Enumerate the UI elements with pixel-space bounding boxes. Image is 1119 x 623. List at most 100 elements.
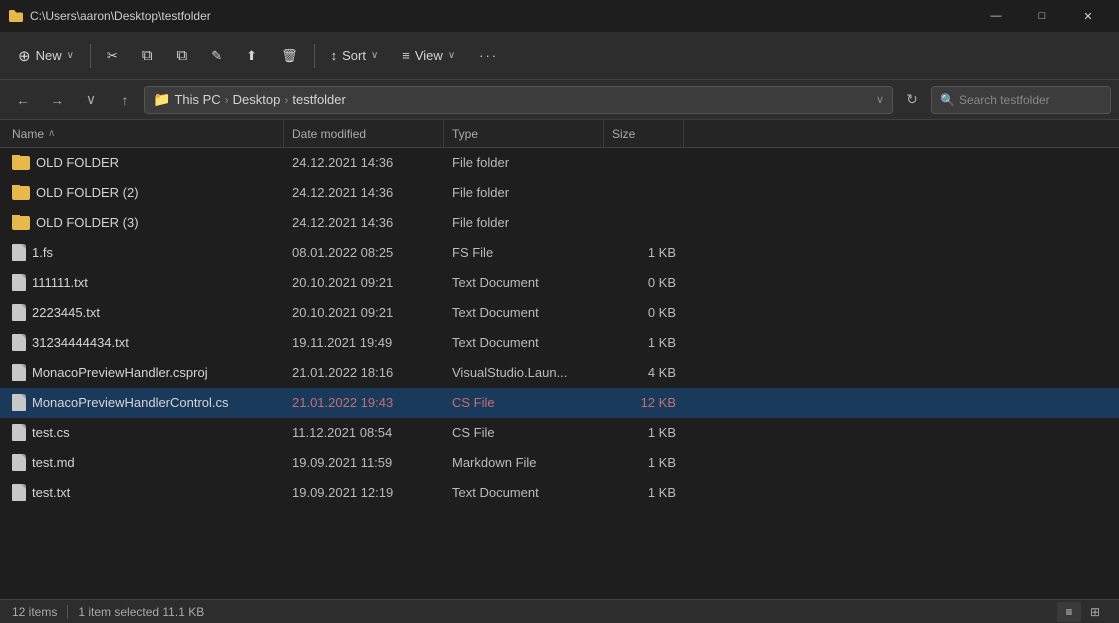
breadcrumb-folder-icon: 📁 — [153, 91, 170, 108]
file-type: Text Document — [444, 335, 604, 350]
rename-icon: ✎ — [211, 48, 222, 64]
table-row[interactable]: OLD FOLDER (2)24.12.2021 14:36File folde… — [0, 178, 1119, 208]
file-name: OLD FOLDER (2) — [36, 185, 139, 200]
nav-bar: ← → ∨ ↑ 📁 This PC › Desktop › testfolder… — [0, 80, 1119, 120]
file-name: OLD FOLDER — [36, 155, 119, 170]
new-chevron-icon: ∨ — [67, 50, 74, 61]
table-row[interactable]: OLD FOLDER24.12.2021 14:36File folder — [0, 148, 1119, 178]
file-icon — [12, 454, 26, 471]
file-area: Name ∧ Date modified Type Size OLD FOLDE… — [0, 120, 1119, 599]
table-row[interactable]: test.md19.09.2021 11:59Markdown File1 KB — [0, 448, 1119, 478]
table-row[interactable]: 31234444434.txt19.11.2021 19:49Text Docu… — [0, 328, 1119, 358]
view-icon: ≡ — [402, 48, 410, 63]
table-row[interactable]: test.cs11.12.2021 08:54CS File1 KB — [0, 418, 1119, 448]
file-icon — [12, 364, 26, 381]
search-box[interactable]: 🔍 — [931, 86, 1111, 114]
file-size: 0 KB — [604, 275, 684, 290]
forward-button[interactable]: → — [42, 86, 72, 114]
view-toggle-buttons: ≡ ⊞ — [1057, 602, 1107, 622]
col-header-name[interactable]: Name ∧ — [4, 120, 284, 147]
new-label: New — [36, 48, 62, 63]
search-input[interactable] — [959, 93, 1102, 107]
table-row[interactable]: 111111.txt 20.10.2021 09:21Text Document0… — [0, 268, 1119, 298]
close-button[interactable]: ✕ — [1065, 0, 1111, 32]
file-type: File folder — [444, 155, 604, 170]
file-date: 19.09.2021 11:59 — [284, 455, 444, 470]
paste-button[interactable]: ⧉ — [167, 41, 198, 70]
new-button[interactable]: ⊕ New ∨ — [8, 41, 84, 71]
folder-icon — [8, 8, 24, 24]
file-name: test.md — [32, 455, 75, 470]
col-header-size[interactable]: Size — [604, 120, 684, 147]
file-size: 1 KB — [604, 245, 684, 260]
col-header-type[interactable]: Type — [444, 120, 604, 147]
file-date: 21.01.2022 18:16 — [284, 365, 444, 380]
refresh-button[interactable]: ↻ — [897, 86, 927, 114]
file-date: 08.01.2022 08:25 — [284, 245, 444, 260]
share-icon: ⬆ — [246, 48, 257, 64]
minimize-button[interactable]: — — [973, 0, 1019, 32]
expand-button[interactable]: ∨ — [76, 86, 106, 114]
table-row[interactable]: OLD FOLDER (3)24.12.2021 14:36File folde… — [0, 208, 1119, 238]
rename-button[interactable]: ✎ — [201, 42, 232, 70]
list-view-button[interactable]: ≡ — [1057, 602, 1081, 622]
more-button[interactable]: ··· — [469, 42, 508, 69]
cut-button[interactable]: ✂ — [97, 42, 128, 70]
copy-button[interactable]: ⧉ — [132, 41, 163, 70]
delete-button[interactable]: 🗑 — [271, 42, 308, 70]
table-row[interactable]: 2223445.txt20.10.2021 09:21Text Document… — [0, 298, 1119, 328]
maximize-button[interactable]: □ — [1019, 0, 1065, 32]
file-name: 111111.txt — [32, 275, 88, 290]
breadcrumb-desktop[interactable]: Desktop — [233, 92, 281, 107]
sort-icon: ↕ — [331, 48, 338, 63]
folder-icon — [12, 216, 30, 230]
file-type: Text Document — [444, 305, 604, 320]
detail-view-button[interactable]: ⊞ — [1083, 602, 1107, 622]
table-row[interactable]: MonacoPreviewHandler.csproj21.01.2022 18… — [0, 358, 1119, 388]
search-icon: 🔍 — [940, 93, 955, 107]
more-icon: ··· — [479, 48, 498, 63]
sort-arrow-icon: ∧ — [48, 128, 55, 139]
file-date: 24.12.2021 14:36 — [284, 185, 444, 200]
folder-icon — [12, 186, 30, 200]
file-type: CS File — [444, 395, 604, 410]
table-row[interactable]: test.txt19.09.2021 12:19Text Document1 K… — [0, 478, 1119, 508]
sort-button[interactable]: ↕ Sort ∨ — [321, 42, 389, 69]
delete-icon: 🗑 — [281, 48, 298, 64]
breadcrumb-thispc[interactable]: This PC — [174, 92, 220, 107]
file-size: 0 KB — [604, 305, 684, 320]
file-date: 24.12.2021 14:36 — [284, 215, 444, 230]
file-size: 4 KB — [604, 365, 684, 380]
title-bar: C:\Users\aaron\Desktop\testfolder — □ ✕ — [0, 0, 1119, 32]
table-row[interactable]: MonacoPreviewHandlerControl.cs21.01.2022… — [0, 388, 1119, 418]
address-bar[interactable]: 📁 This PC › Desktop › testfolder ∨ — [144, 86, 893, 114]
file-name: MonacoPreviewHandlerControl.cs — [32, 395, 229, 410]
breadcrumb-testfolder[interactable]: testfolder — [292, 92, 345, 107]
refresh-icon: ↻ — [906, 91, 918, 108]
sort-label: Sort — [342, 48, 366, 63]
back-icon: ← — [16, 92, 30, 108]
title-bar-path: C:\Users\aaron\Desktop\testfolder — [30, 9, 211, 23]
paste-icon: ⧉ — [177, 47, 188, 64]
file-size: 12 KB — [604, 395, 684, 410]
col-header-date[interactable]: Date modified — [284, 120, 444, 147]
file-type: CS File — [444, 425, 604, 440]
up-button[interactable]: ↑ — [110, 86, 140, 114]
file-date: 20.10.2021 09:21 — [284, 275, 444, 290]
sort-chevron-icon: ∨ — [371, 50, 378, 61]
file-type: Markdown File — [444, 455, 604, 470]
share-button[interactable]: ⬆ — [236, 42, 267, 70]
file-icon — [12, 424, 26, 441]
toolbar-separator-2 — [314, 44, 315, 68]
list-view-icon: ≡ — [1065, 605, 1072, 619]
file-type: Text Document — [444, 275, 604, 290]
back-button[interactable]: ← — [8, 86, 38, 114]
file-type: File folder — [444, 215, 604, 230]
expand-icon: ∨ — [86, 91, 96, 108]
view-button[interactable]: ≡ View ∨ — [392, 42, 465, 69]
up-icon: ↑ — [122, 92, 129, 108]
file-date: 11.12.2021 08:54 — [284, 425, 444, 440]
table-row[interactable]: 1.fs08.01.2022 08:25FS File1 KB — [0, 238, 1119, 268]
detail-view-icon: ⊞ — [1090, 605, 1100, 619]
copy-icon: ⧉ — [142, 47, 153, 64]
